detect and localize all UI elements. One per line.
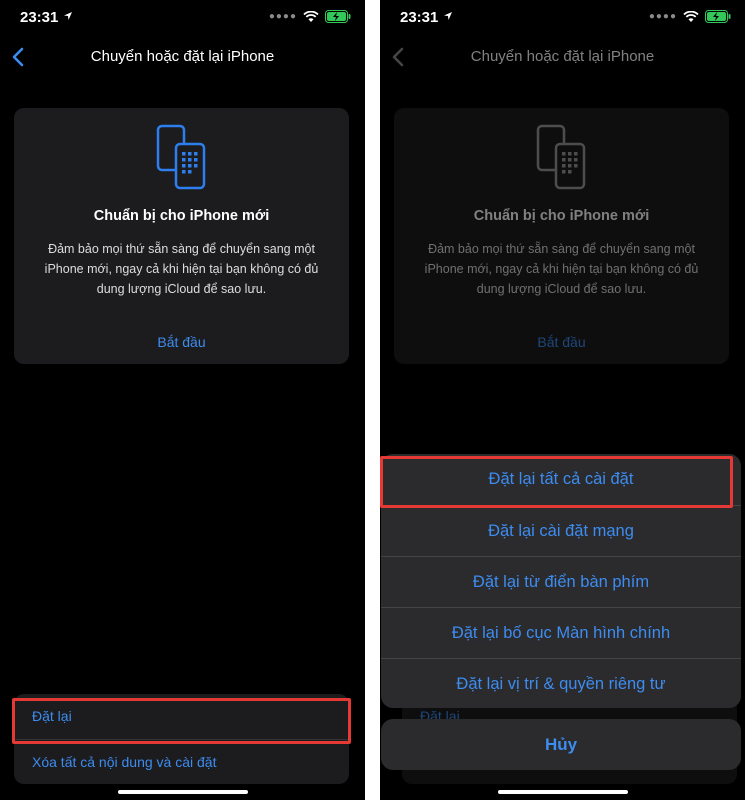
- card-description: Đảm bảo mọi thứ sẵn sàng để chuyển sang …: [424, 242, 699, 296]
- wifi-icon: [303, 10, 319, 22]
- card-title: Chuẩn bị cho iPhone mới: [93, 208, 270, 224]
- page-title: Chuyển hoặc đặt lại iPhone: [470, 48, 655, 65]
- battery-charging-icon: [325, 10, 351, 23]
- prepare-card: Chuẩn bị cho iPhone mới Đảm bảo mọi thứ …: [14, 108, 349, 364]
- prepare-card: Chuẩn bị cho iPhone mới Đảm bảo mọi thứ …: [394, 108, 729, 364]
- screen-divider: [365, 0, 380, 800]
- status-icons: ●●●●: [269, 10, 351, 23]
- reset-home-screen-layout-button[interactable]: Đặt lại bố cục Màn hình chính: [381, 607, 741, 658]
- two-phones-icon: [536, 124, 586, 190]
- reset-keyboard-dictionary-button[interactable]: Đặt lại từ điển bàn phím: [381, 556, 741, 607]
- left-screen: 23:31 ●●●● Chuyển hoặc đặt lại iPhone Ch…: [0, 0, 365, 800]
- start-button: Bắt đầu: [537, 334, 586, 350]
- erase-all-button[interactable]: Xóa tất cả nội dung và cài đặt: [14, 739, 349, 784]
- cancel-button[interactable]: Hủy: [381, 719, 741, 770]
- home-indicator[interactable]: [498, 790, 628, 794]
- card-description: Đảm bảo mọi thứ sẵn sàng để chuyển sang …: [44, 242, 319, 296]
- signal-dots-icon: ●●●●: [268, 11, 297, 22]
- right-screen: 23:31 ●●●● Chuyển hoặc đặt lại iPhone Ch…: [380, 0, 745, 800]
- start-button[interactable]: Bắt đầu: [14, 334, 349, 350]
- location-arrow-icon: [63, 12, 72, 20]
- status-time-text: 23:31: [20, 9, 59, 26]
- reset-location-privacy-button[interactable]: Đặt lại vị trí & quyền riêng tư: [381, 658, 741, 708]
- card-title: Chuẩn bị cho iPhone mới: [473, 208, 650, 224]
- reset-network-settings-button[interactable]: Đặt lại cài đặt mạng: [381, 505, 741, 556]
- reset-highlight-box: [12, 698, 351, 744]
- reset-all-highlight-box: [380, 456, 733, 508]
- home-indicator[interactable]: [118, 790, 248, 794]
- status-time: 23:31: [20, 9, 73, 26]
- two-phones-icon: [156, 124, 206, 190]
- page-title: Chuyển hoặc đặt lại iPhone: [90, 48, 275, 65]
